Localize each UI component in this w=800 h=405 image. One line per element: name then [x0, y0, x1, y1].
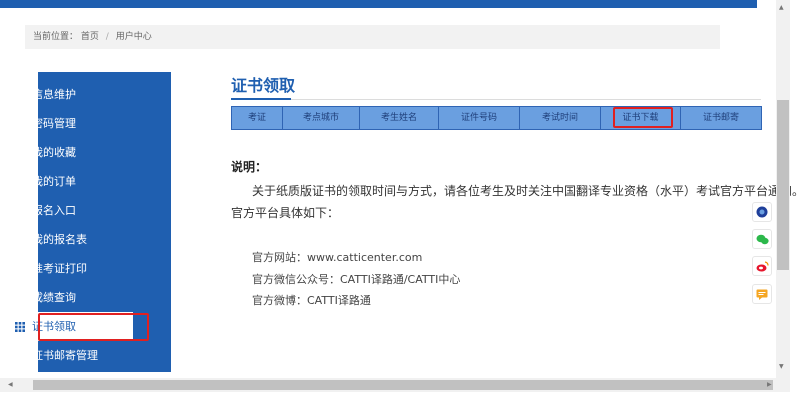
breadcrumb: 当前位置： 首页 / 用户中心 — [25, 25, 720, 49]
sidebar-item-password[interactable]: 密码管理 — [0, 109, 133, 138]
column-header-certificate-download[interactable]: 证书下载 — [601, 107, 681, 129]
sidebar-item-scores[interactable]: 成绩查询 — [0, 283, 133, 312]
breadcrumb-home-link[interactable]: 首页 — [81, 32, 99, 42]
sidebar-item-label: 我的报名表 — [32, 233, 87, 246]
wechat-icon[interactable] — [752, 229, 772, 249]
official-wechat: 官方微信公众号：CATTI译路通/CATTI中心 — [252, 273, 461, 286]
list-icon — [14, 206, 26, 216]
message-icon[interactable] — [752, 284, 772, 304]
sidebar-item-registration[interactable]: 报名入口 — [0, 196, 133, 225]
sidebar-item-info[interactable]: 信息维护 — [0, 80, 133, 109]
breadcrumb-separator: / — [105, 32, 109, 42]
sidebar-item-label: 密码管理 — [32, 117, 76, 130]
user-icon — [14, 90, 26, 100]
vertical-scroll-thumb[interactable] — [777, 100, 789, 270]
sidebar-item-label: 我的订单 — [32, 175, 76, 188]
column-header-certificate-mail: 证书邮寄 — [702, 113, 739, 123]
page-title: 证书领取 — [231, 76, 296, 95]
sidebar-item-my-forms[interactable]: 我的报名表 — [0, 225, 133, 254]
column-header-name: 考生姓名 — [360, 107, 439, 129]
sidebar-item-certificate-pickup[interactable]: 证书领取 — [0, 312, 133, 341]
star-icon: ★ — [15, 176, 25, 187]
sidebar-item-label: 报名入口 — [32, 204, 76, 217]
sidebar-item-label: 证书邮寄管理 — [32, 349, 98, 362]
grid-icon — [14, 263, 26, 274]
note-paragraph: 关于纸质版证书的领取时间与方式，请各位考生及时关注中国翻译专业资格（水平）考试官… — [252, 184, 800, 198]
scroll-up-arrow-icon[interactable]: ▲ — [779, 4, 784, 11]
star-icon: ★ — [15, 147, 25, 158]
title-divider — [231, 99, 761, 100]
sidebar-item-orders[interactable]: ★ 我的订单 — [0, 167, 133, 196]
official-website: 官方网站：www.catticenter.com — [252, 251, 423, 264]
sidebar-item-label: 成绩查询 — [32, 291, 76, 304]
sidebar-item-label: 证书领取 — [32, 320, 76, 333]
breadcrumb-prefix: 当前位置： — [33, 32, 79, 42]
grid-icon — [14, 350, 26, 361]
note-paragraph-continued: 官方平台具体如下： — [231, 206, 340, 220]
horizontal-scroll-thumb[interactable] — [33, 380, 773, 390]
official-weibo: 官方微博：CATTI译路通 — [252, 294, 371, 307]
sidebar-item-favorites[interactable]: ★ 我的收藏 — [0, 138, 133, 167]
column-header-id-number: 证件号码 — [439, 107, 520, 129]
sidebar-item-label: 准考证打印 — [32, 262, 87, 275]
certificate-table-header: 考证 考点城市 考生姓名 证件号码 考试时间 证书下载 证书邮寄 — [231, 106, 762, 130]
sidebar-item-label: 我的收藏 — [32, 146, 76, 159]
sidebar-item-certificate-mail[interactable]: 证书邮寄管理 — [0, 341, 133, 370]
lock-icon — [14, 118, 26, 129]
note-title: 说明： — [231, 160, 268, 174]
column-header-exam: 考证 — [232, 107, 283, 129]
title-accent-underline — [231, 98, 291, 100]
grid-icon — [14, 321, 26, 332]
sidebar-item-label: 信息维护 — [32, 88, 76, 101]
scroll-down-arrow-icon[interactable]: ▼ — [779, 363, 784, 370]
service-icon[interactable] — [752, 202, 772, 222]
grid-icon — [14, 292, 26, 303]
scroll-right-arrow-icon[interactable]: ▶ — [767, 381, 772, 388]
top-accent-bar — [0, 0, 757, 8]
breadcrumb-current: 用户中心 — [115, 32, 152, 42]
list-icon — [14, 235, 26, 245]
sidebar-item-admission-ticket[interactable]: 准考证打印 — [0, 254, 133, 283]
column-header-city: 考点城市 — [283, 107, 360, 129]
column-header-exam-time: 考试时间 — [520, 107, 601, 129]
weibo-icon[interactable] — [752, 256, 772, 276]
scroll-left-arrow-icon[interactable]: ◀ — [8, 381, 13, 388]
